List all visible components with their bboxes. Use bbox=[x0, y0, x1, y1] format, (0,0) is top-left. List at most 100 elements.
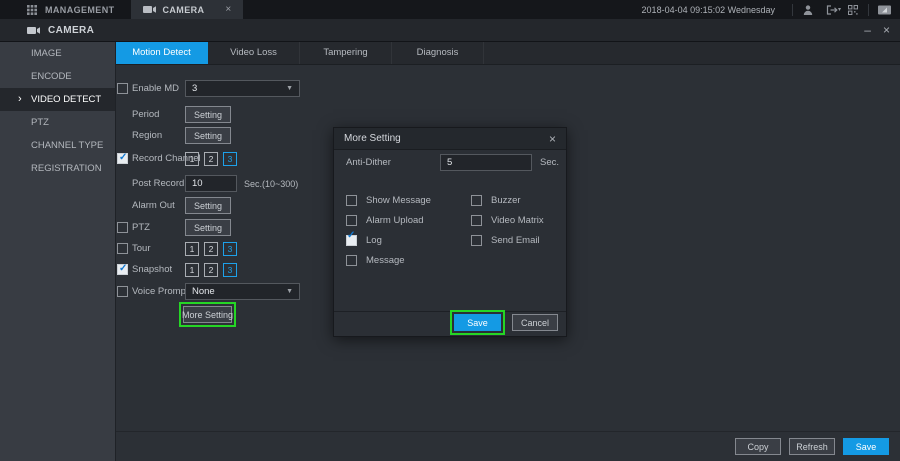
voice-prompts-dropdown[interactable]: None ▼ bbox=[185, 283, 300, 300]
footer-divider bbox=[116, 431, 900, 432]
video-matrix-checkbox[interactable] bbox=[471, 215, 482, 226]
divider bbox=[792, 4, 793, 16]
log-option: Log bbox=[346, 232, 382, 248]
grid-menu-icon bbox=[27, 5, 37, 15]
period-row: Period Setting bbox=[117, 106, 507, 123]
snapshot-channel-1-button[interactable]: 1 bbox=[185, 263, 199, 277]
message-checkbox[interactable] bbox=[346, 255, 357, 266]
snapshot-channel-3-button[interactable]: 3 bbox=[223, 263, 237, 277]
enable-md-checkbox[interactable] bbox=[117, 83, 128, 94]
close-button[interactable]: × bbox=[883, 24, 890, 36]
refresh-button[interactable]: Refresh bbox=[789, 438, 835, 455]
option-label: Log bbox=[366, 235, 382, 246]
minimize-button[interactable]: – bbox=[864, 24, 871, 36]
dialog-cancel-button[interactable]: Cancel bbox=[512, 314, 558, 331]
tour-checkbox[interactable] bbox=[117, 243, 128, 254]
dropdown-arrow-icon: ▼ bbox=[286, 288, 293, 295]
top-bar: MANAGEMENT CAMERA × 2018-04-04 09:15:02 … bbox=[0, 0, 900, 19]
divider bbox=[868, 4, 869, 16]
sidebar-item-image[interactable]: › IMAGE bbox=[0, 42, 115, 65]
sidebar-item-label: IMAGE bbox=[31, 48, 62, 59]
snapshot-label: Snapshot bbox=[132, 261, 172, 278]
tour-channel-3-button[interactable]: 3 bbox=[223, 242, 237, 256]
camera-tab-label: CAMERA bbox=[163, 5, 205, 15]
post-record-suffix: Sec.(10~300) bbox=[244, 179, 298, 189]
send-email-checkbox[interactable] bbox=[471, 235, 482, 246]
alarm-out-label: Alarm Out bbox=[132, 197, 175, 214]
period-setting-button[interactable]: Setting bbox=[185, 106, 231, 123]
anti-dither-suffix: Sec. bbox=[540, 154, 559, 171]
option-label: Buzzer bbox=[491, 195, 521, 206]
tour-label: Tour bbox=[132, 240, 150, 257]
alarm-upload-option: Alarm Upload bbox=[346, 212, 424, 228]
sidebar-item-ptz[interactable]: › PTZ bbox=[0, 111, 115, 134]
highlight-box-save: Save bbox=[450, 310, 505, 335]
qr-code-icon[interactable] bbox=[841, 0, 865, 19]
buzzer-checkbox[interactable] bbox=[471, 195, 482, 206]
enable-md-row: Enable MD 3 ▼ bbox=[117, 80, 507, 97]
tab-diagnosis[interactable]: Diagnosis bbox=[392, 42, 484, 64]
post-record-input[interactable] bbox=[185, 175, 237, 192]
camera-icon bbox=[27, 26, 40, 35]
show-message-checkbox[interactable] bbox=[346, 195, 357, 206]
management-button[interactable]: MANAGEMENT bbox=[0, 0, 131, 19]
log-checkbox[interactable] bbox=[346, 235, 357, 246]
alarm-out-setting-button[interactable]: Setting bbox=[185, 197, 231, 214]
sidebar-item-channel-type[interactable]: › CHANNEL TYPE bbox=[0, 134, 115, 157]
tab-video-loss[interactable]: Video Loss bbox=[208, 42, 300, 64]
sidebar-item-label: ENCODE bbox=[31, 71, 72, 82]
tab-strip: Motion Detect Video Loss Tampering Diagn… bbox=[116, 42, 900, 65]
sidebar-item-label: VIDEO DETECT bbox=[31, 94, 101, 105]
snapshot-channel-2-button[interactable]: 2 bbox=[204, 263, 218, 277]
highlight-box-more-setting: More Setting bbox=[179, 302, 236, 327]
anti-dither-input[interactable] bbox=[440, 154, 532, 171]
copy-button[interactable]: Copy bbox=[735, 438, 781, 455]
top-bar-right: 2018-04-04 09:15:02 Wednesday ▾ bbox=[642, 0, 900, 19]
enable-md-value: 3 bbox=[192, 83, 197, 94]
sidebar-item-encode[interactable]: › ENCODE bbox=[0, 65, 115, 88]
snapshot-checkbox[interactable] bbox=[117, 264, 128, 275]
camera-top-tab[interactable]: CAMERA × bbox=[131, 0, 244, 19]
ptz-checkbox[interactable] bbox=[117, 222, 128, 233]
dialog-title: More Setting bbox=[344, 133, 401, 144]
enable-md-dropdown[interactable]: 3 ▼ bbox=[185, 80, 300, 97]
camera-icon bbox=[143, 5, 156, 14]
sidebar-item-video-detect[interactable]: › VIDEO DETECT bbox=[0, 88, 115, 111]
show-message-option: Show Message bbox=[346, 192, 431, 208]
option-label: Message bbox=[366, 255, 405, 266]
tab-tampering[interactable]: Tampering bbox=[300, 42, 392, 64]
record-channel-2-button[interactable]: 2 bbox=[204, 152, 218, 166]
display-mode-icon[interactable] bbox=[872, 0, 896, 19]
sidebar: › IMAGE › ENCODE › VIDEO DETECT › PTZ › … bbox=[0, 42, 115, 461]
dialog-save-button[interactable]: Save bbox=[454, 314, 501, 331]
ptz-label: PTZ bbox=[132, 219, 150, 236]
chevron-right-icon: › bbox=[18, 88, 22, 111]
option-label: Video Matrix bbox=[491, 215, 544, 226]
dialog-close-icon[interactable]: × bbox=[549, 133, 556, 145]
record-channel-3-button[interactable]: 3 bbox=[223, 152, 237, 166]
camera-tab-close-icon[interactable]: × bbox=[225, 5, 231, 15]
alarm-upload-checkbox[interactable] bbox=[346, 215, 357, 226]
save-button[interactable]: Save bbox=[843, 438, 889, 455]
ptz-setting-button[interactable]: Setting bbox=[185, 219, 231, 236]
user-icon[interactable] bbox=[796, 0, 820, 19]
tour-channel-2-button[interactable]: 2 bbox=[204, 242, 218, 256]
tour-channel-1-button[interactable]: 1 bbox=[185, 242, 199, 256]
voice-prompts-checkbox[interactable] bbox=[117, 286, 128, 297]
option-label: Alarm Upload bbox=[366, 215, 424, 226]
post-record-label: Post Record bbox=[132, 175, 184, 192]
management-label: MANAGEMENT bbox=[45, 5, 115, 15]
more-setting-button[interactable]: More Setting bbox=[183, 306, 232, 323]
sidebar-item-registration[interactable]: › REGISTRATION bbox=[0, 157, 115, 180]
record-channel-checkbox[interactable] bbox=[117, 153, 128, 164]
title-bar: CAMERA – × bbox=[0, 19, 900, 42]
video-matrix-option: Video Matrix bbox=[471, 212, 544, 228]
voice-prompts-value: None bbox=[192, 286, 215, 297]
more-setting-dialog: More Setting × Anti-Dither Sec. Show Mes… bbox=[333, 127, 567, 337]
region-setting-button[interactable]: Setting bbox=[185, 127, 231, 144]
datetime-label: 2018-04-04 09:15:02 Wednesday bbox=[642, 5, 775, 15]
tab-motion-detect[interactable]: Motion Detect bbox=[116, 42, 208, 64]
record-channel-1-button[interactable]: 1 bbox=[185, 152, 199, 166]
region-label: Region bbox=[132, 127, 162, 144]
sidebar-item-label: REGISTRATION bbox=[31, 163, 102, 174]
